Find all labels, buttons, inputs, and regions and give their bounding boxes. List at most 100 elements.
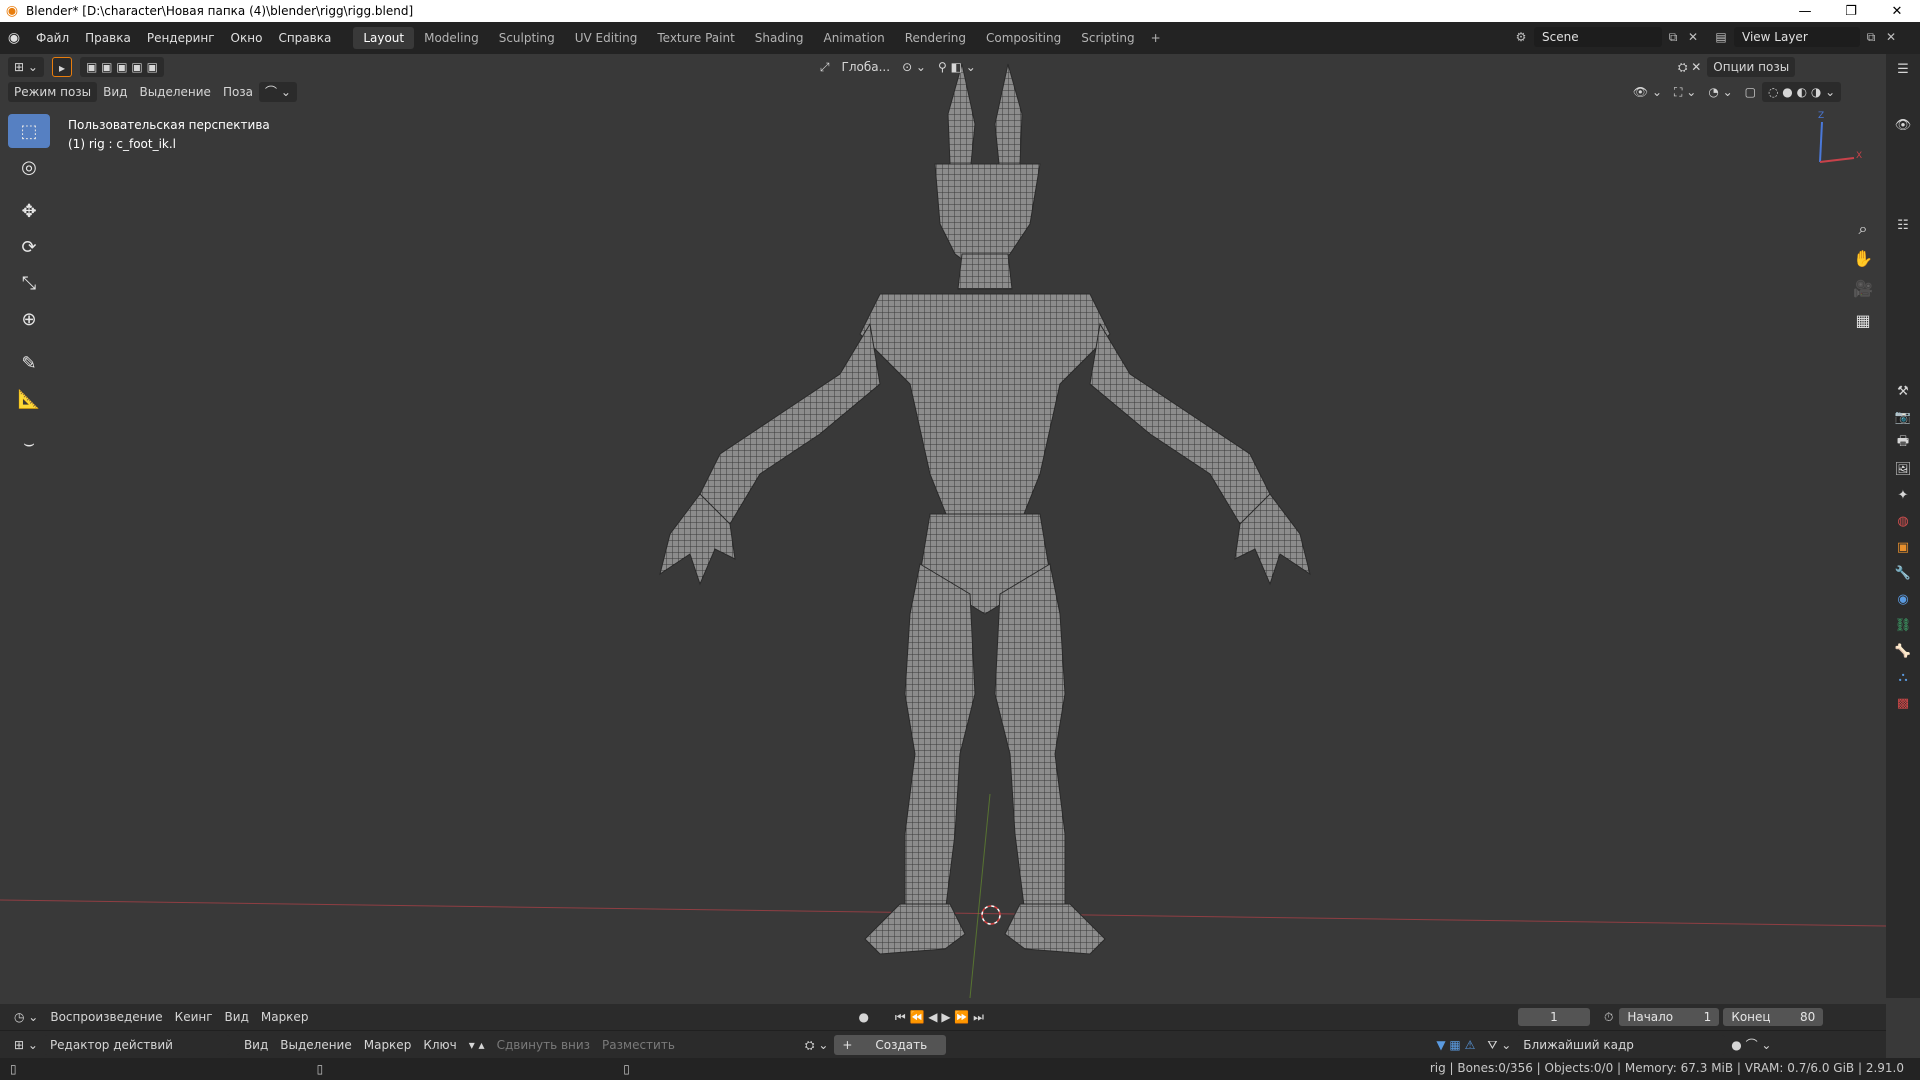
ortho-grid-icon[interactable]: ▦ xyxy=(1850,308,1876,334)
action-browse-icon[interactable]: ⛭ ⌄ xyxy=(799,1035,834,1055)
timeline-editor-type[interactable]: ◷ ⌄ xyxy=(8,1007,44,1027)
move-icon[interactable]: ✥ xyxy=(8,194,50,228)
select-mode-icon[interactable]: ▸ xyxy=(51,57,72,77)
gizmos-icon[interactable]: ⛶ ⌄ xyxy=(1668,82,1702,102)
timeline-view-menu[interactable]: Вид xyxy=(219,1007,255,1027)
properties-tool-icon[interactable]: ⚒ xyxy=(1886,378,1920,404)
character-mesh[interactable] xyxy=(659,63,1311,955)
new-action-button[interactable]: + Создать xyxy=(834,1034,947,1055)
view-layer-field[interactable]: View Layer xyxy=(1734,27,1860,47)
snap-mode-dropdown[interactable]: Ближайший кадр xyxy=(1517,1034,1726,1055)
camera-view-icon[interactable]: 🎥 xyxy=(1850,276,1876,302)
zoom-icon[interactable]: ⌕ xyxy=(1850,216,1876,242)
outliner-visibility-icon[interactable]: 👁 xyxy=(1886,112,1920,138)
physics-properties-icon[interactable]: ◉ xyxy=(1886,586,1920,612)
bend-icon[interactable]: ⌣ xyxy=(8,426,50,460)
outliner-toggle-icon[interactable]: ☰ xyxy=(1886,56,1920,82)
menu-file[interactable]: Файл xyxy=(28,31,77,45)
tab-uv-editing[interactable]: UV Editing xyxy=(565,27,648,49)
delete-scene-icon[interactable]: ✕ xyxy=(1684,30,1702,44)
tab-layout[interactable]: Layout xyxy=(353,27,415,49)
menu-render[interactable]: Рендеринг xyxy=(139,31,223,45)
mode-dropdown[interactable]: Режим позы xyxy=(8,82,98,102)
bone-properties-icon[interactable]: 🦴 xyxy=(1886,638,1920,664)
scene-name-field[interactable]: Scene xyxy=(1534,27,1662,47)
editor-type-button[interactable]: ⊞ ⌄ xyxy=(8,57,44,77)
dopesheet-mode-dropdown[interactable]: Редактор действий xyxy=(43,1034,230,1055)
minimize-button[interactable]: — xyxy=(1782,0,1828,22)
transform-icon[interactable]: ⊕ xyxy=(8,302,50,336)
rotate-icon[interactable]: ⟳ xyxy=(8,230,50,264)
tab-sculpting[interactable]: Sculpting xyxy=(489,27,565,49)
output-properties-icon[interactable]: 🖶 xyxy=(1886,430,1920,456)
texture-properties-icon[interactable]: ▩ xyxy=(1886,690,1920,716)
select-box-icon[interactable]: ⬚ xyxy=(8,114,50,148)
timeline-marker-menu[interactable]: Маркер xyxy=(255,1007,315,1027)
render-properties-icon[interactable]: 📷 xyxy=(1886,404,1920,430)
snap-icon[interactable]: ⚲ ◧ ⌄ xyxy=(932,57,982,77)
scene-icon[interactable]: ⚙ xyxy=(1508,30,1534,44)
current-frame-field[interactable]: 1 xyxy=(1517,1008,1590,1026)
use-preview-range-icon[interactable]: ⏱ xyxy=(1598,1007,1619,1027)
only-selected-icon[interactable]: ▼ ▦ ⚠ xyxy=(1430,1035,1481,1055)
pose-extra-dropdown[interactable]: ⌒ ⌄ xyxy=(259,82,297,102)
auto-keying-icon[interactable]: ● xyxy=(852,1007,874,1027)
dopesheet-editor-type[interactable]: ⊞ ⌄ xyxy=(8,1035,44,1055)
object-properties-icon[interactable]: ▣ xyxy=(1886,534,1920,560)
new-scene-icon[interactable]: ⧉ xyxy=(1662,30,1684,45)
pose-options-dropdown[interactable]: Опции позы xyxy=(1707,57,1796,77)
xray-icon[interactable]: ▢ xyxy=(1739,82,1762,102)
action-select-menu[interactable]: Выделение xyxy=(274,1035,357,1055)
end-frame-field[interactable]: Конец 80 xyxy=(1723,1008,1824,1026)
3d-cursor[interactable] xyxy=(981,905,1001,925)
pan-hand-icon[interactable]: ✋ xyxy=(1850,246,1876,272)
measure-icon[interactable]: 📐 xyxy=(8,382,50,416)
new-view-layer-icon[interactable]: ⧉ xyxy=(1860,30,1882,45)
menu-window[interactable]: Окно xyxy=(223,31,271,45)
menu-edit[interactable]: Правка xyxy=(77,31,139,45)
playback-controls[interactable]: ⏮ ⏪ ◀ ▶ ⏩ ⏭ xyxy=(889,1007,990,1027)
selection-mode-group[interactable]: ▣ ▣ ▣ ▣ ▣ xyxy=(79,57,164,77)
tab-texture-paint[interactable]: Texture Paint xyxy=(647,27,744,49)
menu-pose[interactable]: Поза xyxy=(217,82,259,102)
outliner-list-icon[interactable]: ☷ xyxy=(1886,212,1920,238)
scene-properties-icon[interactable]: ✦ xyxy=(1886,482,1920,508)
menu-view[interactable]: Вид xyxy=(97,82,133,102)
delete-view-layer-icon[interactable]: ✕ xyxy=(1882,30,1900,44)
proportional-icon[interactable]: ● ⌒ ⌄ xyxy=(1725,1035,1777,1055)
tab-animation[interactable]: Animation xyxy=(814,27,895,49)
view-layer-icon[interactable]: ▤ xyxy=(1708,30,1734,44)
tab-rendering[interactable]: Rendering xyxy=(895,27,976,49)
tab-shading[interactable]: Shading xyxy=(745,27,814,49)
action-view-menu[interactable]: Вид xyxy=(238,1035,274,1055)
start-frame-field[interactable]: Начало 1 xyxy=(1619,1008,1720,1026)
cursor-icon[interactable]: ◎ xyxy=(8,150,50,184)
scale-icon[interactable]: ⤡ xyxy=(8,266,50,300)
shading-modes[interactable]: ◌ ● ◐ ◑ ⌄ xyxy=(1762,82,1842,102)
menu-help[interactable]: Справка xyxy=(270,31,339,45)
keying-menu[interactable]: Кеинг xyxy=(169,1007,219,1027)
3d-viewport[interactable]: Z X ⊞ ⌄ ▸ ▣ ▣ ▣ ▣ ▣ ⤢ Глоба... ⊙ ⌄ ⚲ ◧ ⌄… xyxy=(0,54,1886,998)
overlays-icon[interactable]: ◔ ⌄ xyxy=(1702,82,1738,102)
transform-orientation-dropdown[interactable]: Глоба... xyxy=(836,57,897,77)
pose-x-mirror-icon[interactable]: ⛭ ✕ xyxy=(1672,57,1707,77)
action-marker-menu[interactable]: Маркер xyxy=(358,1035,418,1055)
add-workspace-button[interactable]: + xyxy=(1145,27,1167,49)
push-down-button[interactable]: Сдвинуть вниз xyxy=(491,1035,596,1055)
object-data-properties-icon[interactable]: ⛓ xyxy=(1886,612,1920,638)
world-properties-icon[interactable]: ◍ xyxy=(1886,508,1920,534)
bone-constraint-icon[interactable]: ⛬ xyxy=(1886,664,1920,690)
stash-button[interactable]: Разместить xyxy=(596,1035,681,1055)
annotate-icon[interactable]: ✎ xyxy=(8,346,50,380)
close-button[interactable]: ✕ xyxy=(1874,0,1920,22)
modifier-properties-icon[interactable]: 🔧 xyxy=(1886,560,1920,586)
tab-scripting[interactable]: Scripting xyxy=(1071,27,1144,49)
action-key-menu[interactable]: Ключ xyxy=(417,1035,462,1055)
pivot-point-icon[interactable]: ⊙ ⌄ xyxy=(896,57,932,77)
tab-compositing[interactable]: Compositing xyxy=(976,27,1071,49)
menu-select[interactable]: Выделение xyxy=(133,82,216,102)
maximize-button[interactable]: ❐ xyxy=(1828,0,1874,22)
blender-logo-icon[interactable]: ◉ xyxy=(0,30,28,46)
navigation-gizmo[interactable]: Z X xyxy=(1818,111,1862,163)
visibility-icon[interactable]: 👁 ⌄ xyxy=(1627,82,1668,102)
